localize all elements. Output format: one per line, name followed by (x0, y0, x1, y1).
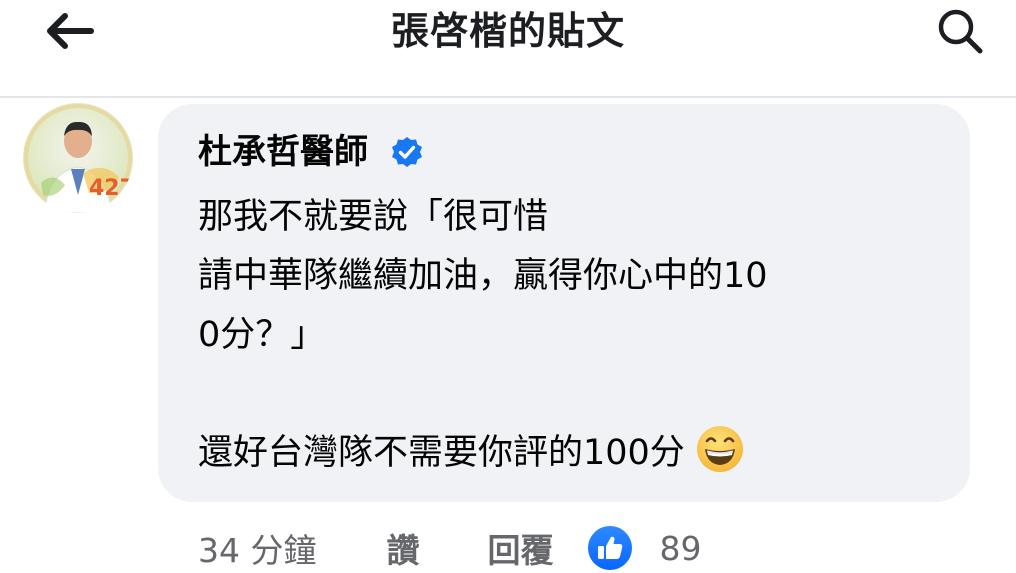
post-comment-page: 張啓楷的貼文 427 杜承哲醫師 那我不就要說「很可惜 請中華隊繼續加油，贏得你… (0, 0, 1016, 573)
comment-text: 那我不就要說「很可惜 請中華隊繼續加油，贏得你心中的10 0分？」 還好台灣隊不… (198, 188, 898, 483)
search-button[interactable] (930, 6, 990, 58)
avatar-badge-text: 427 (89, 176, 133, 201)
comment-body: 那我不就要說「很可惜 請中華隊繼續加油，贏得你心中的10 0分？」 還好台灣隊不… (198, 197, 768, 473)
timestamp[interactable]: 34 分鐘 (198, 524, 316, 572)
verified-badge-icon (390, 135, 424, 169)
comment-actions: 34 分鐘 讚 回覆 89 (198, 522, 701, 573)
like-thumb-icon[interactable] (587, 525, 633, 571)
search-icon (938, 9, 983, 54)
like-button[interactable]: 讚 (386, 524, 419, 572)
reply-button[interactable]: 回覆 (487, 524, 553, 572)
top-bar: 張啓楷的貼文 (0, 0, 1016, 98)
comment-bubble: 杜承哲醫師 那我不就要說「很可惜 請中華隊繼續加油，贏得你心中的10 0分？」 … (158, 104, 970, 502)
author-row: 杜承哲醫師 (198, 126, 424, 178)
page-title: 張啓楷的貼文 (390, 9, 625, 53)
author-name[interactable]: 杜承哲醫師 (198, 126, 368, 178)
avatar[interactable]: 427 (23, 103, 133, 213)
reaction-count[interactable]: 89 (659, 529, 701, 568)
grinning-face-emoji (695, 424, 745, 474)
avatar-photo: 427 (23, 103, 133, 213)
